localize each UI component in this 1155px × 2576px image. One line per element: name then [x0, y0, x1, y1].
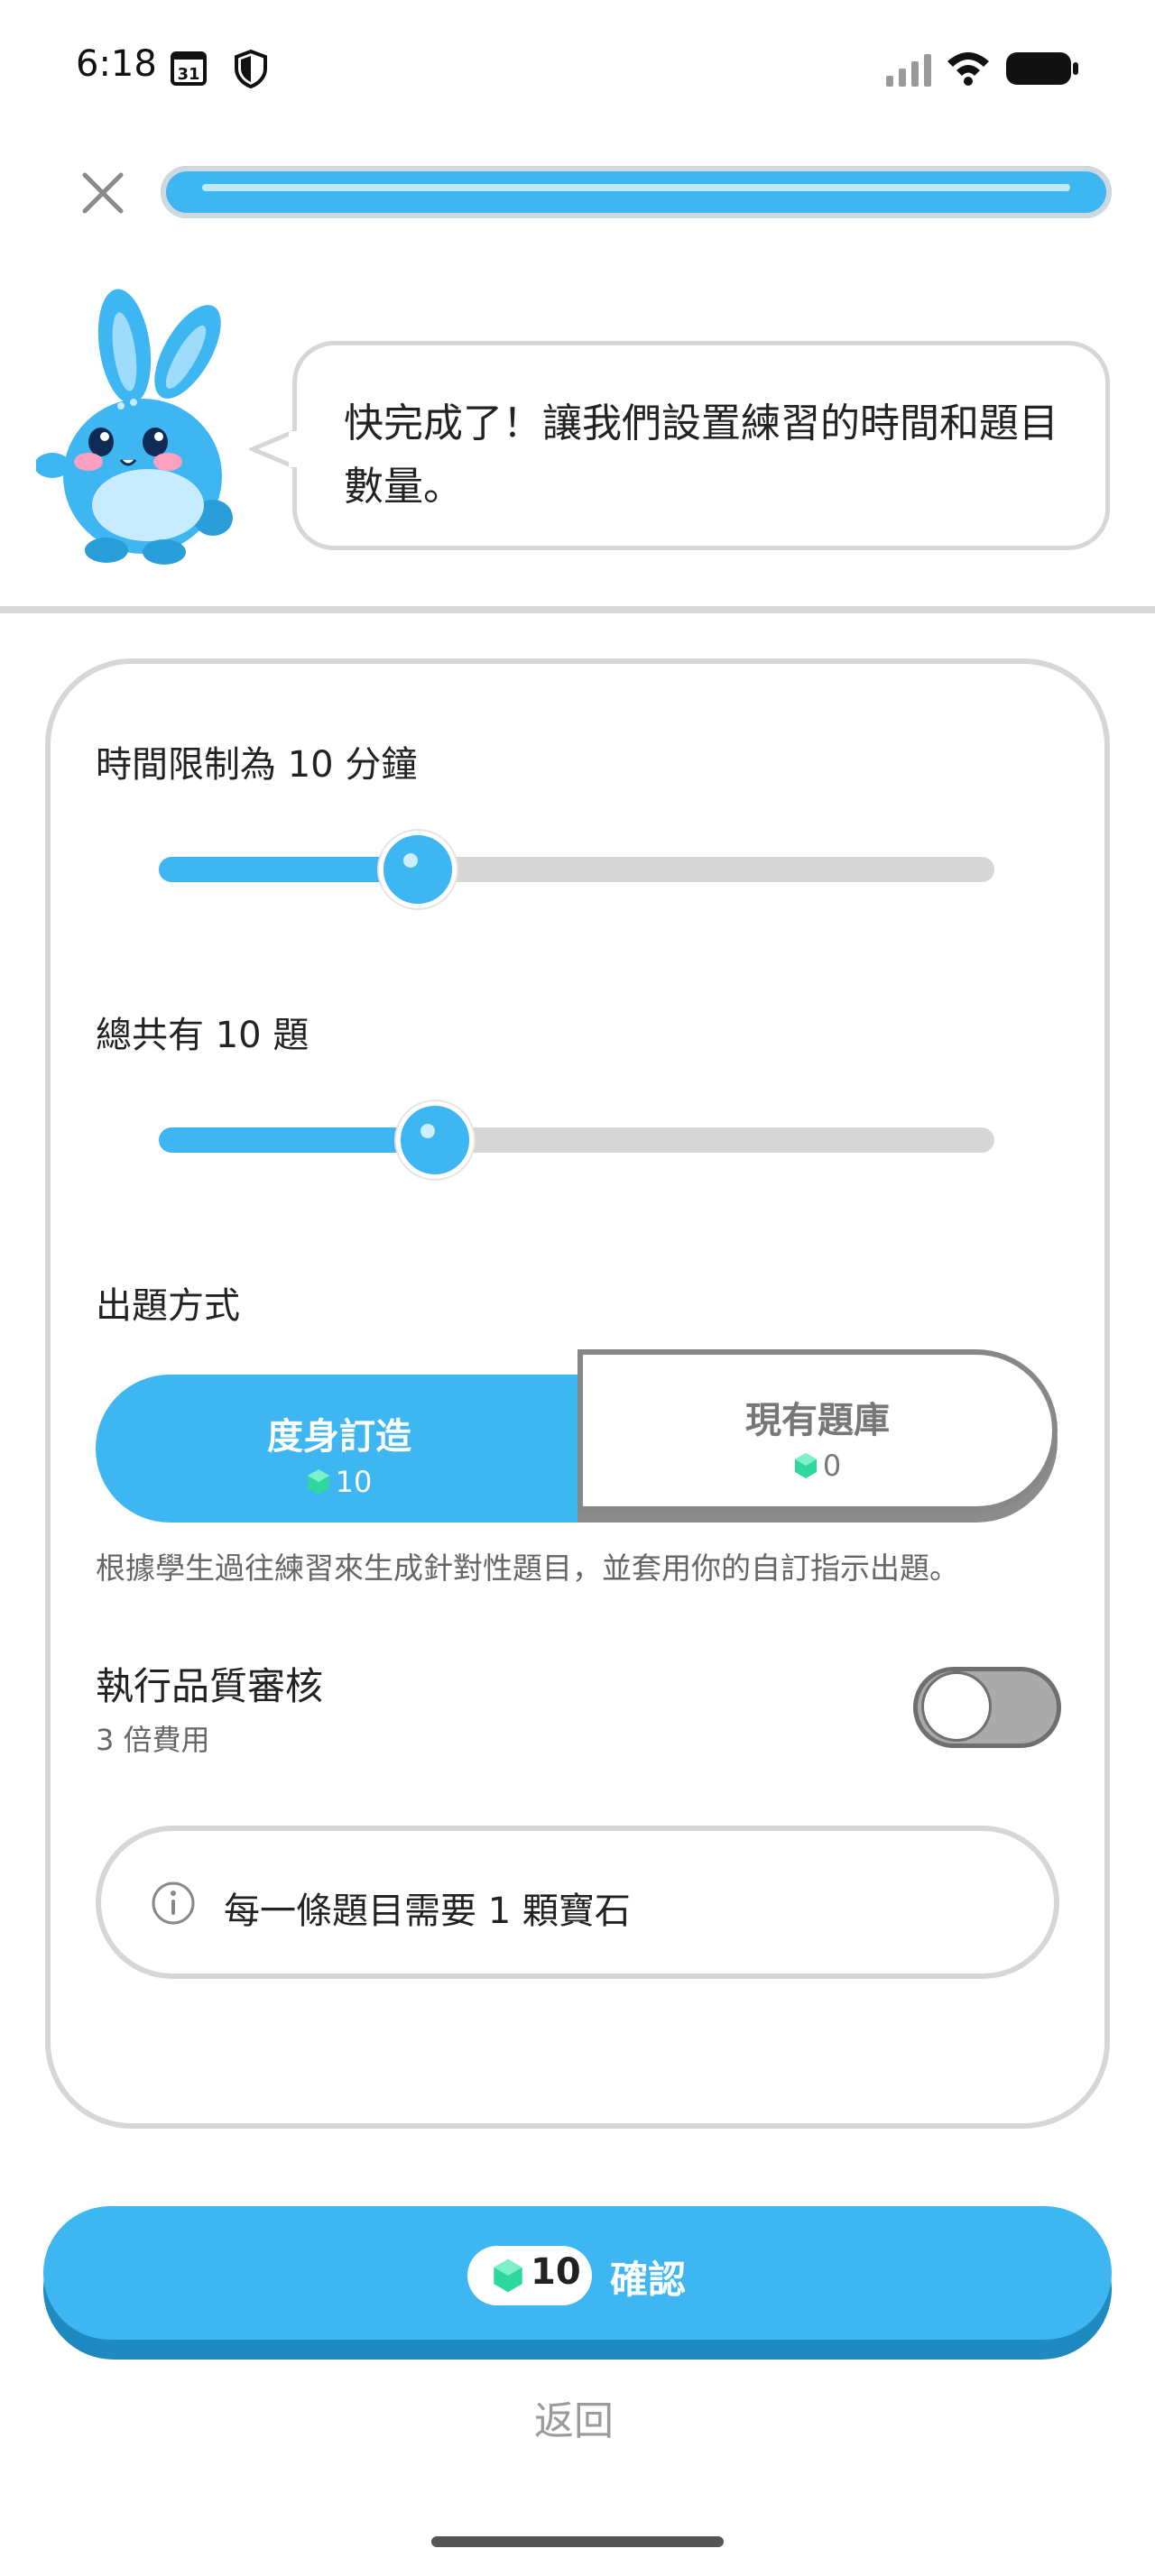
shield-icon [235, 49, 267, 88]
gem-icon [307, 1469, 329, 1495]
progress-fill [202, 184, 1070, 191]
mode-option-existing[interactable]: 現有題庫 0 [578, 1349, 1058, 1512]
quality-check-sublabel: 3 倍費用 [96, 1723, 210, 1757]
slider-thumb[interactable] [395, 1101, 474, 1179]
home-indicator[interactable] [431, 2536, 724, 2547]
bunny-mascot [36, 289, 233, 565]
progress-bar [161, 166, 1112, 218]
calendar-day: 31 [177, 65, 199, 84]
confirm-label: 確認 [610, 2258, 687, 2302]
mascot-message: 快完成了！讓我們設置練習的時間和題目數量。 [344, 400, 1058, 510]
mode-option-title: 度身訂造 [267, 1416, 411, 1458]
status-time: 6:18 [76, 43, 157, 85]
slider-thumb[interactable] [379, 831, 457, 908]
mode-description: 根據學生過往練習來生成針對性題目，並套用你的自訂指示出題。 [96, 1550, 959, 1586]
divider [0, 606, 1155, 613]
mode-option-cost: 0 [583, 1449, 1052, 1483]
confirm-cost: 10 [531, 2251, 581, 2293]
battery-icon [1006, 52, 1078, 85]
speech-bubble-tail-cover [289, 431, 301, 467]
mode-option-title: 現有題庫 [745, 1400, 890, 1441]
mode-option-cost: 10 [96, 1465, 583, 1499]
gem-icon [494, 2259, 522, 2293]
signal-icon [886, 54, 931, 87]
back-link[interactable]: 返回 [534, 2388, 614, 2446]
speech-bubble: 快完成了！讓我們設置練習的時間和題目數量。 [292, 341, 1110, 550]
close-icon[interactable] [79, 170, 126, 216]
wifi-icon [947, 52, 989, 86]
info-icon [152, 1881, 195, 1925]
mode-option-custom[interactable]: 度身訂造 10 [96, 1375, 583, 1523]
question-count-label: 總共有 10 題 [96, 1015, 310, 1056]
quality-check-label: 執行品質審核 [96, 1664, 324, 1708]
slider-fill [159, 1127, 435, 1153]
mode-label: 出題方式 [96, 1285, 240, 1327]
slider-thumb-highlight [420, 1124, 435, 1138]
toggle-knob[interactable] [924, 1674, 989, 1739]
time-limit-label: 時間限制為 10 分鐘 [96, 744, 418, 786]
info-text: 每一條題目需要 1 顆寶石 [224, 1891, 631, 1932]
slider-thumb-highlight [403, 853, 419, 868]
calendar-icon: 31 [171, 51, 207, 86]
gem-icon [794, 1453, 817, 1478]
